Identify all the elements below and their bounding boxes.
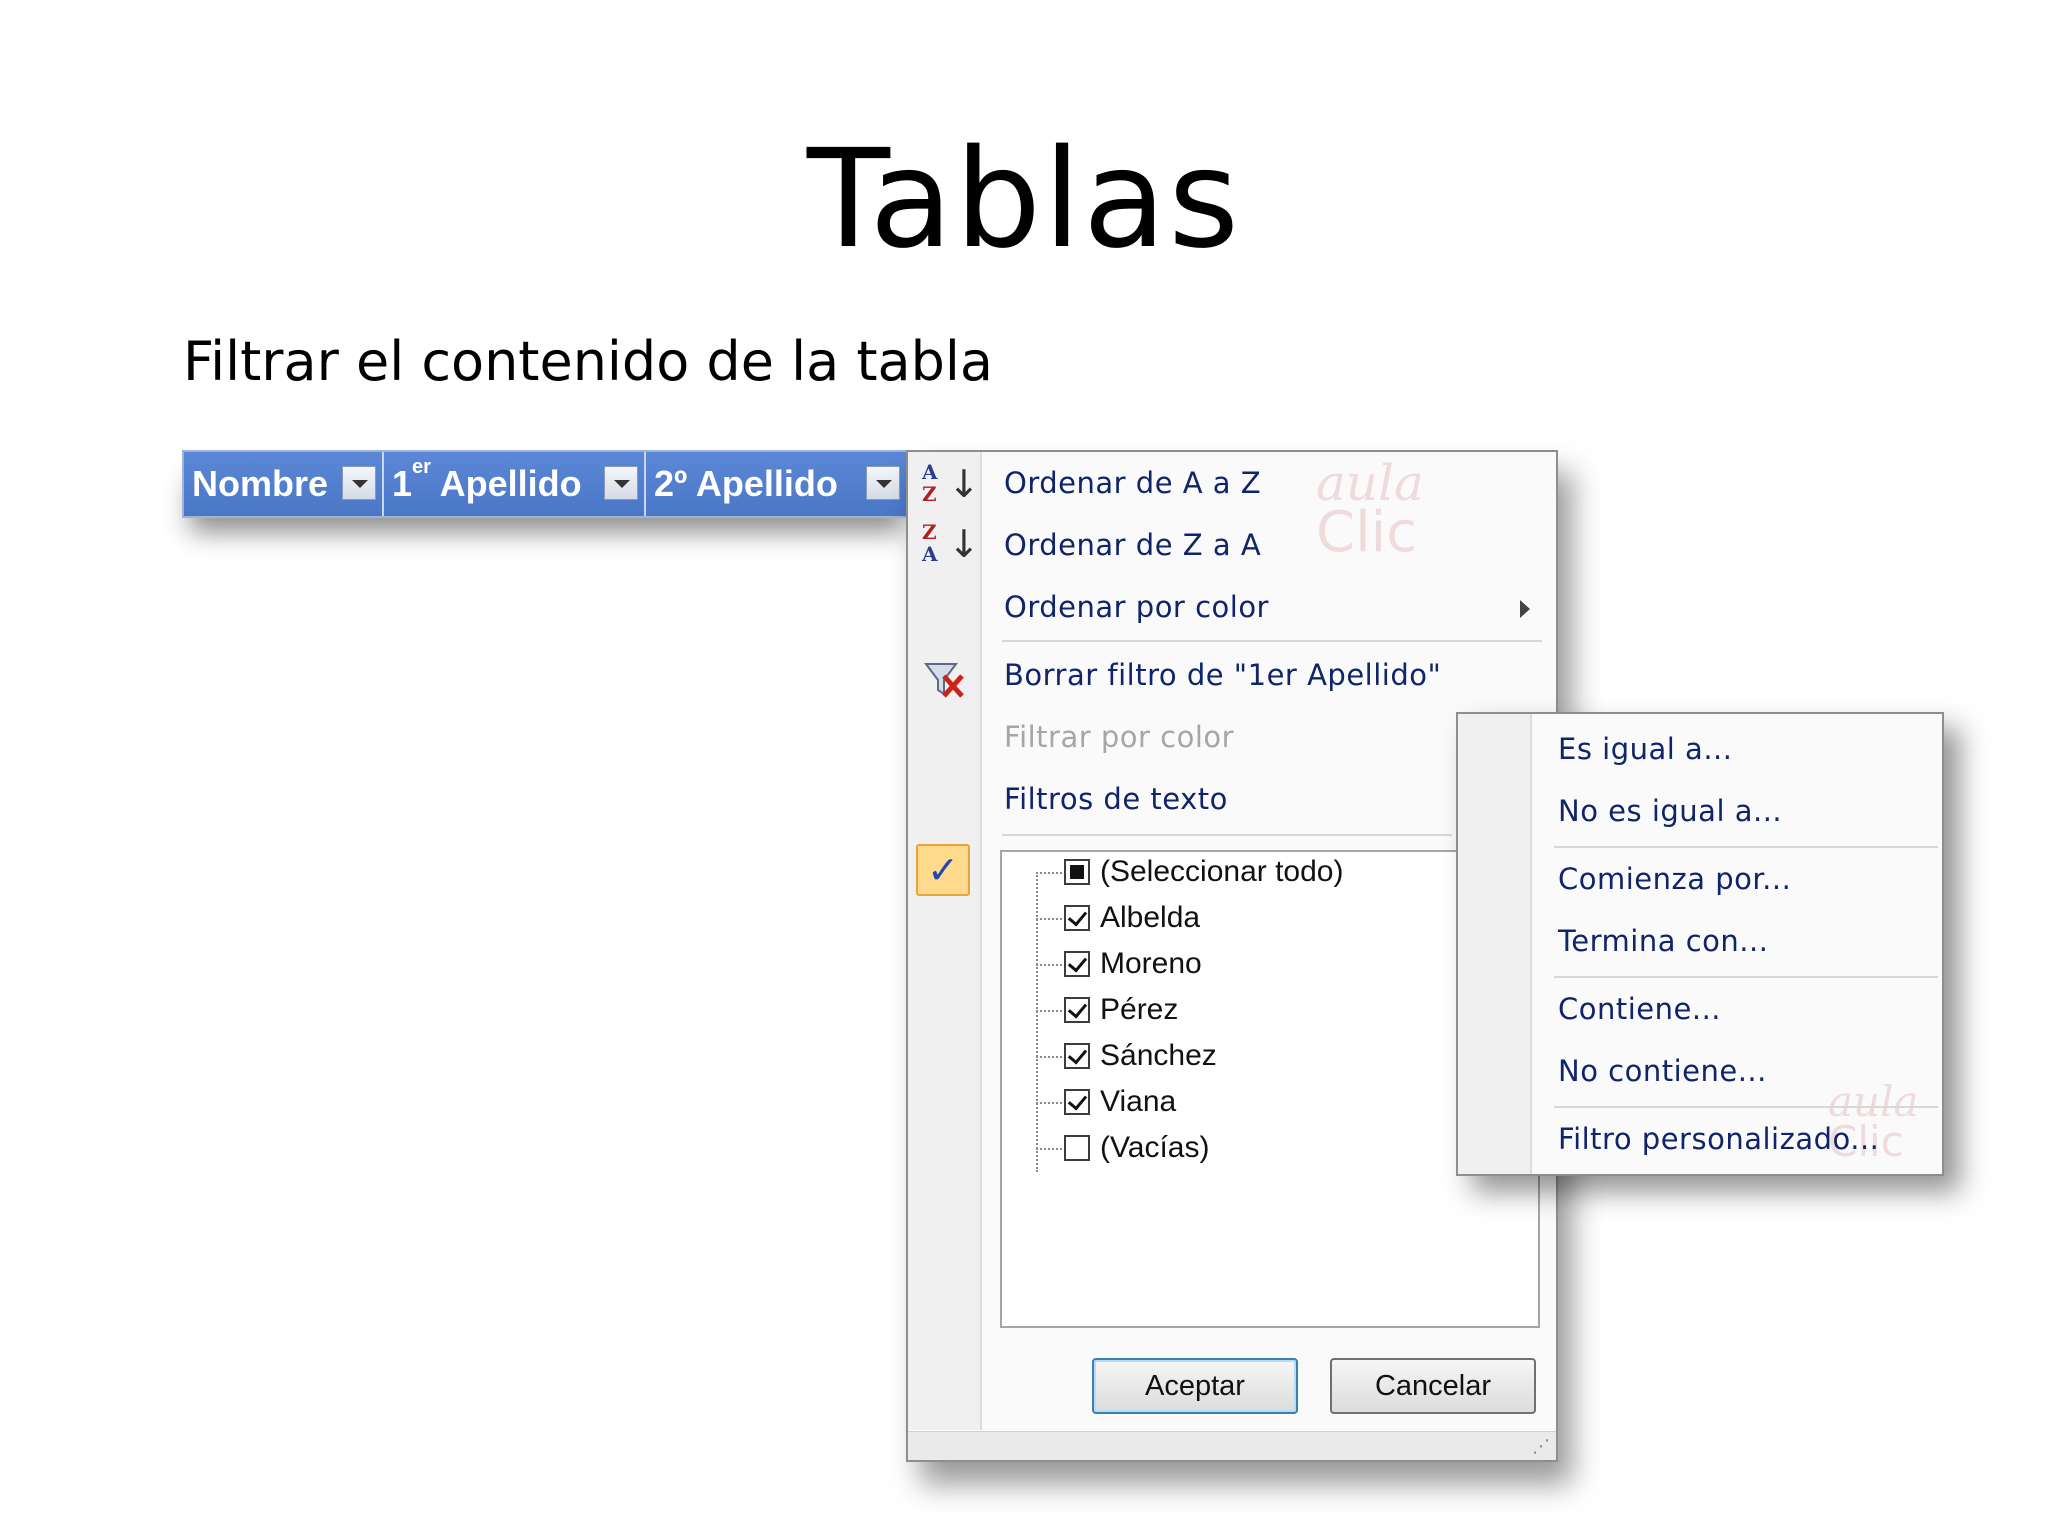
- value-checkbox[interactable]: [1064, 905, 1090, 931]
- table-header-row: Nombre 1er Apellido 2º Apellido: [182, 450, 912, 518]
- column-header-nombre: Nombre: [184, 452, 384, 516]
- cancel-button[interactable]: Cancelar: [1330, 1358, 1536, 1414]
- dropdown-arrow-icon[interactable]: [342, 466, 376, 500]
- text-filters-submenu: aula Clic Es igual a... No es igual a...…: [1456, 712, 1944, 1176]
- menu-separator: [1554, 1106, 1938, 1108]
- menu-separator: [1002, 640, 1542, 642]
- text-filters-item[interactable]: Filtros de texto: [1004, 782, 1228, 816]
- sort-by-color-item[interactable]: Ordenar por color: [1004, 590, 1269, 624]
- clear-filter-icon: [924, 663, 964, 698]
- begins-with-item[interactable]: Comienza por...: [1558, 862, 1791, 896]
- slide-title: Tablas: [806, 121, 1242, 279]
- value-checkbox[interactable]: [1064, 1089, 1090, 1115]
- submenu-icon-column: [1458, 714, 1532, 1174]
- select-all-checkbox[interactable]: [1064, 859, 1090, 885]
- value-checkbox[interactable]: [1064, 1043, 1090, 1069]
- sort-z-a-item[interactable]: Ordenar de Z a A: [1004, 528, 1261, 562]
- equals-item[interactable]: Es igual a...: [1558, 732, 1732, 766]
- ends-with-item[interactable]: Termina con...: [1558, 924, 1768, 958]
- sort-a-z-item[interactable]: Ordenar de A a Z: [1004, 466, 1261, 500]
- dropdown-arrow-icon[interactable]: [604, 466, 638, 500]
- column-header-apellido2: 2º Apellido: [646, 452, 906, 516]
- sort-ascending-icon: AZ ↓: [922, 460, 980, 506]
- not-equals-item[interactable]: No es igual a...: [1558, 794, 1782, 828]
- tree-line: [1036, 872, 1038, 1172]
- value-checkbox[interactable]: [1064, 951, 1090, 977]
- menu-separator: [1554, 846, 1938, 848]
- filter-by-color-item: Filtrar por color: [1004, 720, 1235, 754]
- custom-filter-item[interactable]: Filtro personalizado...: [1558, 1122, 1879, 1156]
- contains-item[interactable]: Contiene...: [1558, 992, 1721, 1026]
- column-header-label: 1er Apellido: [392, 456, 582, 504]
- clear-filter-item[interactable]: Borrar filtro de "1er Apellido": [1004, 658, 1441, 692]
- column-header-apellido1: 1er Apellido: [384, 452, 646, 516]
- slide-subtitle: Filtrar el contenido de la tabla: [183, 330, 993, 393]
- menu-footer: ⋰: [908, 1431, 1556, 1460]
- value-checkbox[interactable]: [1064, 1135, 1090, 1161]
- menu-separator: [1002, 834, 1452, 836]
- checkmark-icon: ✓: [916, 844, 970, 896]
- menu-separator: [1554, 976, 1938, 978]
- sort-descending-icon: ZA ↓: [922, 520, 980, 566]
- not-contains-item[interactable]: No contiene...: [1558, 1054, 1767, 1088]
- column-header-label: 2º Apellido: [654, 463, 838, 504]
- watermark-logo: aula Clic: [1316, 454, 1424, 565]
- value-checkbox[interactable]: [1064, 997, 1090, 1023]
- menu-icon-column: [908, 452, 982, 1430]
- column-header-label: Nombre: [192, 463, 329, 504]
- chevron-right-icon: [1520, 600, 1530, 618]
- accept-button[interactable]: Aceptar: [1092, 1358, 1298, 1414]
- resize-grip-icon[interactable]: ⋰: [1532, 1438, 1550, 1456]
- dropdown-arrow-icon[interactable]: [866, 466, 900, 500]
